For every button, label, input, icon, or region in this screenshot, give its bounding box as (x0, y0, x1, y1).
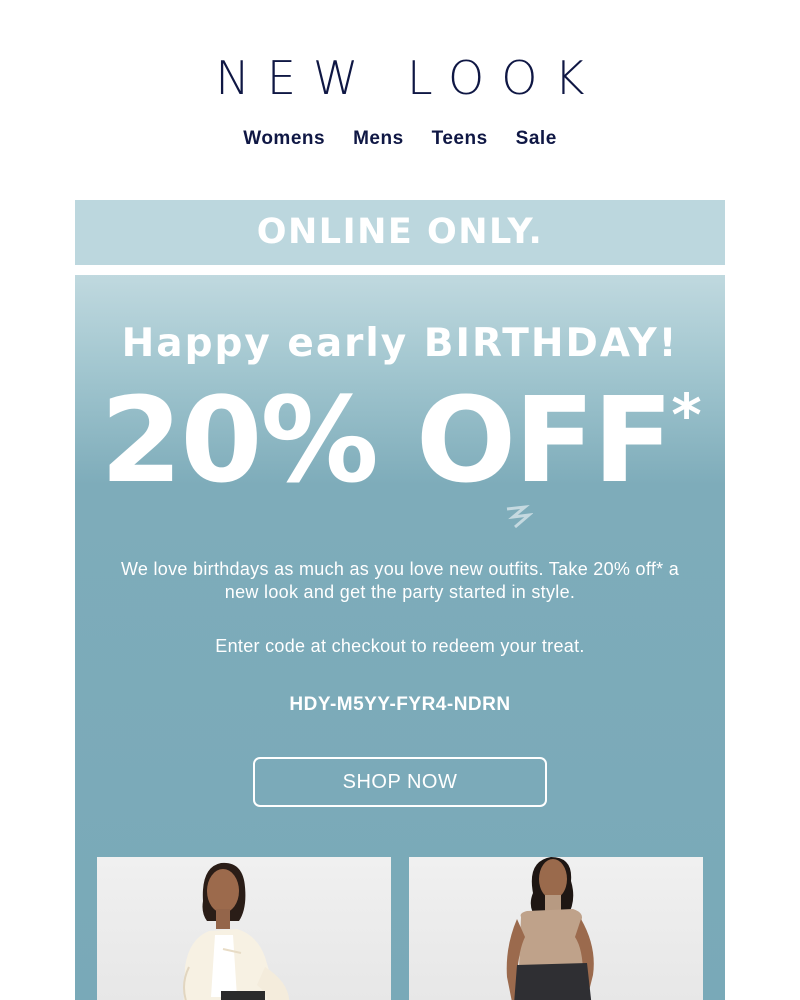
birthday-hero: Happy early BIRTHDAY! 20% OFF* We love b… (75, 275, 725, 1000)
shop-now-button[interactable]: SHOP NOW (253, 757, 547, 807)
brand-logo[interactable]: NEW LOOK (0, 52, 800, 104)
model-cardigan-figure (183, 862, 290, 1000)
promo-code: HDY-M5YY-FYR4-NDRN (289, 694, 511, 715)
nav-teens[interactable]: Teens (432, 128, 488, 150)
discount-value: 20% OFF (100, 371, 673, 509)
redeem-instructions: Enter code at checkout to redeem your tr… (215, 636, 585, 656)
asterisk-mark: * (671, 381, 701, 449)
main-nav: Womens Mens Teens Sale (0, 128, 800, 150)
model-knit-top-figure (506, 857, 594, 1000)
product-image-cardigan[interactable] (97, 857, 391, 1000)
hero-body: We love birthdays as much as you love ne… (120, 559, 680, 602)
product-image-knit-top[interactable] (409, 857, 703, 1000)
discount-headline: 20% OFF* (75, 375, 725, 505)
online-only-banner: ONLINE ONLY. (75, 200, 725, 265)
nav-sale[interactable]: Sale (516, 128, 557, 150)
nav-womens[interactable]: Womens (243, 128, 325, 150)
nav-mens[interactable]: Mens (353, 128, 404, 150)
sparkle-icon (503, 503, 534, 533)
hero-headline: Happy early BIRTHDAY! (121, 321, 679, 366)
